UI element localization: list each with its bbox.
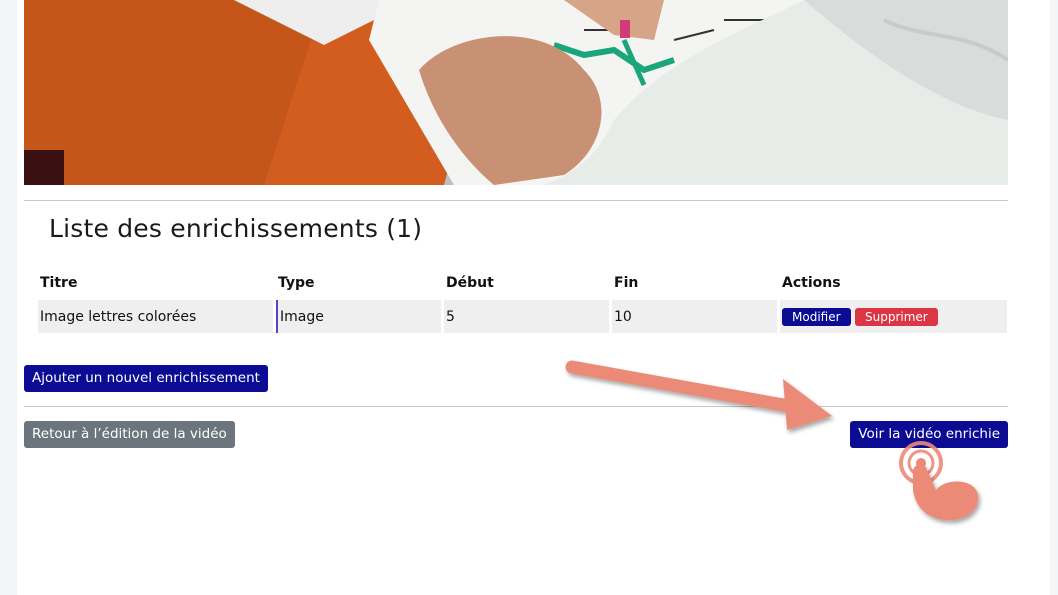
- page-left-gutter: [0, 0, 17, 595]
- cell-fin: 10: [612, 300, 777, 333]
- back-to-video-edit-button[interactable]: Retour à l’édition de la vidéo: [24, 421, 235, 448]
- modify-button[interactable]: Modifier: [782, 307, 851, 326]
- column-header-titre: Titre: [40, 275, 78, 291]
- annotation-arrow-icon: [565, 360, 832, 430]
- cell-titre: Image lettres colorées: [38, 300, 273, 333]
- column-header-fin: Fin: [614, 275, 639, 291]
- pointing-hand-icon: [899, 441, 979, 521]
- cell-type: Image: [276, 300, 441, 333]
- cell-debut: 5: [444, 300, 609, 333]
- add-enrichment-button[interactable]: Ajouter un nouvel enrichissement: [24, 365, 268, 392]
- column-header-type: Type: [278, 275, 315, 291]
- divider-bottom: [24, 406, 1008, 407]
- page-right-gutter: [1050, 0, 1058, 595]
- column-header-actions: Actions: [782, 275, 841, 291]
- column-header-debut: Début: [446, 275, 494, 291]
- delete-button[interactable]: Supprimer: [854, 307, 938, 326]
- cell-actions: Modifier Supprimer: [780, 300, 1007, 333]
- table-header-row: Titre Type Début Fin Actions: [38, 270, 1007, 296]
- table-row: Image lettres colorées Image 5 10 Modifi…: [38, 300, 1007, 333]
- enrichments-list-title: Liste des enrichissements (1): [49, 214, 423, 243]
- enrichments-table: Titre Type Début Fin Actions Image lettr…: [35, 266, 1010, 337]
- video-preview[interactable]: [24, 0, 1008, 185]
- divider-top: [24, 200, 1008, 201]
- view-enriched-video-button[interactable]: Voir la vidéo enrichie: [850, 421, 1008, 448]
- video-frame-image: [24, 0, 1008, 185]
